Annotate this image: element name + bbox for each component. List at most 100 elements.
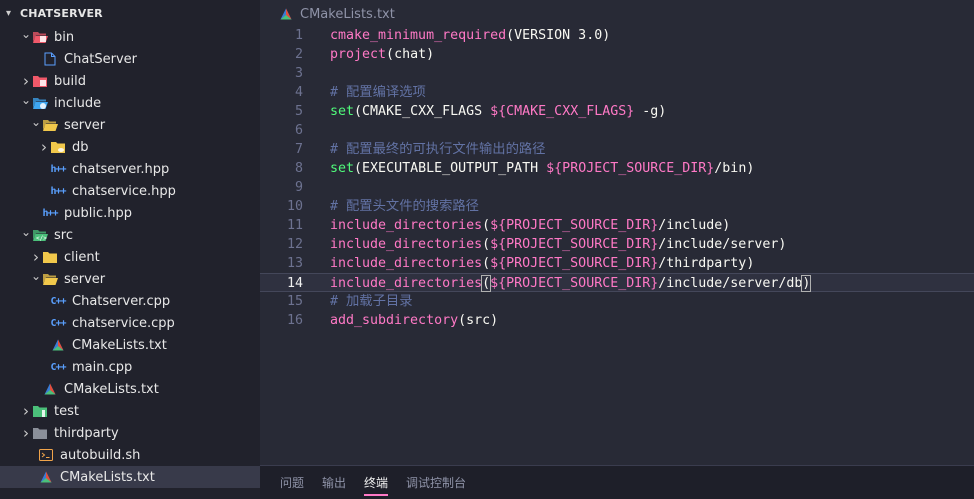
line-number: 13 bbox=[286, 256, 303, 271]
test-folder-icon bbox=[32, 403, 48, 419]
line-number: 12 bbox=[286, 237, 303, 252]
code-line[interactable]: 10 # 配置头文件的搜索路径 bbox=[260, 197, 974, 216]
chevron-down-icon[interactable]: ⌄ bbox=[20, 23, 32, 45]
code-line[interactable]: 13 include_directories(${PROJECT_SOURCE_D… bbox=[260, 254, 974, 273]
code-text[interactable]: include_directories(${PROJECT_SOURCE_DIR… bbox=[330, 254, 754, 273]
code-line[interactable]: 14 include_directories(${PROJECT_SOURCE_D… bbox=[260, 273, 974, 292]
code-line[interactable]: 7 # 配置最终的可执行文件输出的路径 bbox=[260, 140, 974, 159]
panel-tab-3[interactable]: 调试控制台 bbox=[406, 474, 466, 496]
code-text[interactable]: include_directories(${PROJECT_SOURCE_DIR… bbox=[330, 274, 812, 293]
tree-file-main-cpp[interactable]: C++ main.cpp bbox=[0, 356, 260, 378]
panel-tab-2[interactable]: 终端 bbox=[364, 474, 389, 496]
chevron-right-icon[interactable]: › bbox=[20, 422, 32, 444]
tree-folder-db[interactable]: › db bbox=[0, 136, 260, 158]
svg-text:</>: </> bbox=[36, 235, 47, 242]
code-text[interactable]: set(EXECUTABLE_OUTPUT_PATH ${PROJECT_SOU… bbox=[330, 159, 754, 178]
code-line[interactable]: 4 # 配置编译选项 bbox=[260, 83, 974, 102]
code-line[interactable]: 3 bbox=[260, 64, 974, 83]
tree-file-cmakelists-txt[interactable]: CMakeLists.txt bbox=[0, 378, 260, 400]
tree-file-autobuild-sh[interactable]: autobuild.sh bbox=[0, 444, 260, 466]
tree-item-label: chatservice.hpp bbox=[72, 183, 176, 199]
explorer-header[interactable]: ▾ CHATSERVER bbox=[0, 0, 260, 26]
tree-item-label: db bbox=[72, 139, 89, 155]
include-folder-icon bbox=[32, 95, 48, 111]
tree-item-label: public.hpp bbox=[64, 205, 132, 221]
tree-file-chatserver-cpp[interactable]: C++ Chatserver.cpp bbox=[0, 290, 260, 312]
folder-icon bbox=[42, 117, 58, 133]
line-number: 9 bbox=[294, 180, 303, 195]
tree-folder-thirdparty[interactable]: › thirdparty bbox=[0, 422, 260, 444]
bin-folder-icon bbox=[32, 29, 48, 45]
tree-file-cmakelists-txt[interactable]: CMakeLists.txt bbox=[0, 466, 260, 488]
tree-item-label: thirdparty bbox=[54, 425, 119, 441]
workspace-title: CHATSERVER bbox=[20, 6, 103, 20]
code-text[interactable]: # 配置头文件的搜索路径 bbox=[330, 197, 479, 216]
code-line[interactable]: 2 project(chat) bbox=[260, 45, 974, 64]
chevron-down-icon[interactable]: ⌄ bbox=[20, 89, 32, 111]
chevron-right-icon[interactable]: › bbox=[38, 136, 50, 158]
folder-icon bbox=[42, 249, 58, 265]
folder-icon bbox=[32, 425, 48, 441]
code-text[interactable]: add_subdirectory(src) bbox=[330, 311, 498, 330]
tree-file-chatserver-hpp[interactable]: h++ chatserver.hpp bbox=[0, 158, 260, 180]
line-number: 2 bbox=[294, 47, 303, 62]
shell-file-icon bbox=[38, 447, 54, 463]
code-text[interactable]: project(chat) bbox=[330, 45, 434, 64]
tree-item-label: autobuild.sh bbox=[60, 447, 141, 463]
tree-folder-server[interactable]: ⌄ server bbox=[0, 114, 260, 136]
hpp-file-icon: h++ bbox=[42, 207, 58, 219]
code-line[interactable]: 5 set(CMAKE_CXX_FLAGS ${CMAKE_CXX_FLAGS} … bbox=[260, 102, 974, 121]
tree-item-label: chatserver.hpp bbox=[72, 161, 170, 177]
tree-file-chatservice-hpp[interactable]: h++ chatservice.hpp bbox=[0, 180, 260, 202]
editor-tab[interactable]: CMakeLists.txt bbox=[260, 0, 395, 28]
tree-item-label: server bbox=[64, 271, 106, 287]
tree-folder-src[interactable]: ⌄ </> src bbox=[0, 224, 260, 246]
code-line[interactable]: 15 # 加载子目录 bbox=[260, 292, 974, 311]
chevron-down-icon[interactable]: ⌄ bbox=[30, 265, 42, 287]
code-text[interactable]: # 配置编译选项 bbox=[330, 83, 426, 102]
chevron-right-icon[interactable]: › bbox=[20, 400, 32, 422]
chevron-down-icon[interactable]: ▾ bbox=[6, 8, 20, 19]
code-text[interactable]: include_directories(${PROJECT_SOURCE_DIR… bbox=[330, 235, 786, 254]
panel-tab-0[interactable]: 问题 bbox=[280, 474, 304, 496]
code-line[interactable]: 8 set(EXECUTABLE_OUTPUT_PATH ${PROJECT_SO… bbox=[260, 159, 974, 178]
tree-folder-build[interactable]: › build bbox=[0, 70, 260, 92]
code-line[interactable]: 1 cmake_minimum_required(VERSION 3.0) bbox=[260, 26, 974, 45]
chevron-down-icon[interactable]: ⌄ bbox=[30, 111, 42, 133]
tree-item-label: build bbox=[54, 73, 86, 89]
code-line[interactable]: 9 bbox=[260, 178, 974, 197]
cpp-file-icon: C++ bbox=[50, 295, 66, 307]
hpp-file-icon: h++ bbox=[50, 185, 66, 197]
tree-file-public-hpp[interactable]: h++ public.hpp bbox=[0, 202, 260, 224]
cpp-file-icon: C++ bbox=[50, 317, 66, 329]
tree-file-cmakelists-txt[interactable]: CMakeLists.txt bbox=[0, 334, 260, 356]
code-text[interactable]: set(CMAKE_CXX_FLAGS ${CMAKE_CXX_FLAGS} -… bbox=[330, 102, 666, 121]
code-editor[interactable]: CMakeLists.txt 1 cmake_minimum_required(V… bbox=[260, 0, 974, 465]
tree-folder-server[interactable]: ⌄ server bbox=[0, 268, 260, 290]
tree-file-chatserver[interactable]: ChatServer bbox=[0, 48, 260, 70]
tree-folder-bin[interactable]: ⌄ bin bbox=[0, 26, 260, 48]
line-number: 1 bbox=[294, 28, 303, 43]
code-text[interactable]: # 配置最终的可执行文件输出的路径 bbox=[330, 140, 545, 159]
panel-tab-1[interactable]: 输出 bbox=[322, 474, 346, 496]
tree-file-chatservice-cpp[interactable]: C++ chatservice.cpp bbox=[0, 312, 260, 334]
cmake-file-icon bbox=[38, 469, 54, 485]
tree-folder-test[interactable]: › test bbox=[0, 400, 260, 422]
code-text[interactable]: # 加载子目录 bbox=[330, 292, 413, 311]
line-number: 5 bbox=[294, 104, 303, 119]
code-line[interactable]: 6 bbox=[260, 121, 974, 140]
chevron-down-icon[interactable]: ⌄ bbox=[20, 221, 32, 243]
code-text[interactable]: include_directories(${PROJECT_SOURCE_DIR… bbox=[330, 216, 730, 235]
db-folder-icon bbox=[50, 139, 66, 155]
code-text[interactable]: cmake_minimum_required(VERSION 3.0) bbox=[330, 26, 610, 45]
code-line[interactable]: 16 add_subdirectory(src) bbox=[260, 311, 974, 330]
hpp-file-icon: h++ bbox=[50, 163, 66, 175]
explorer-sidebar: ▾ CHATSERVER ⌄ bin ChatServer › build ⌄ includ… bbox=[0, 0, 260, 499]
code-line[interactable]: 11 include_directories(${PROJECT_SOURCE_D… bbox=[260, 216, 974, 235]
code-line[interactable]: 12 include_directories(${PROJECT_SOURCE_D… bbox=[260, 235, 974, 254]
